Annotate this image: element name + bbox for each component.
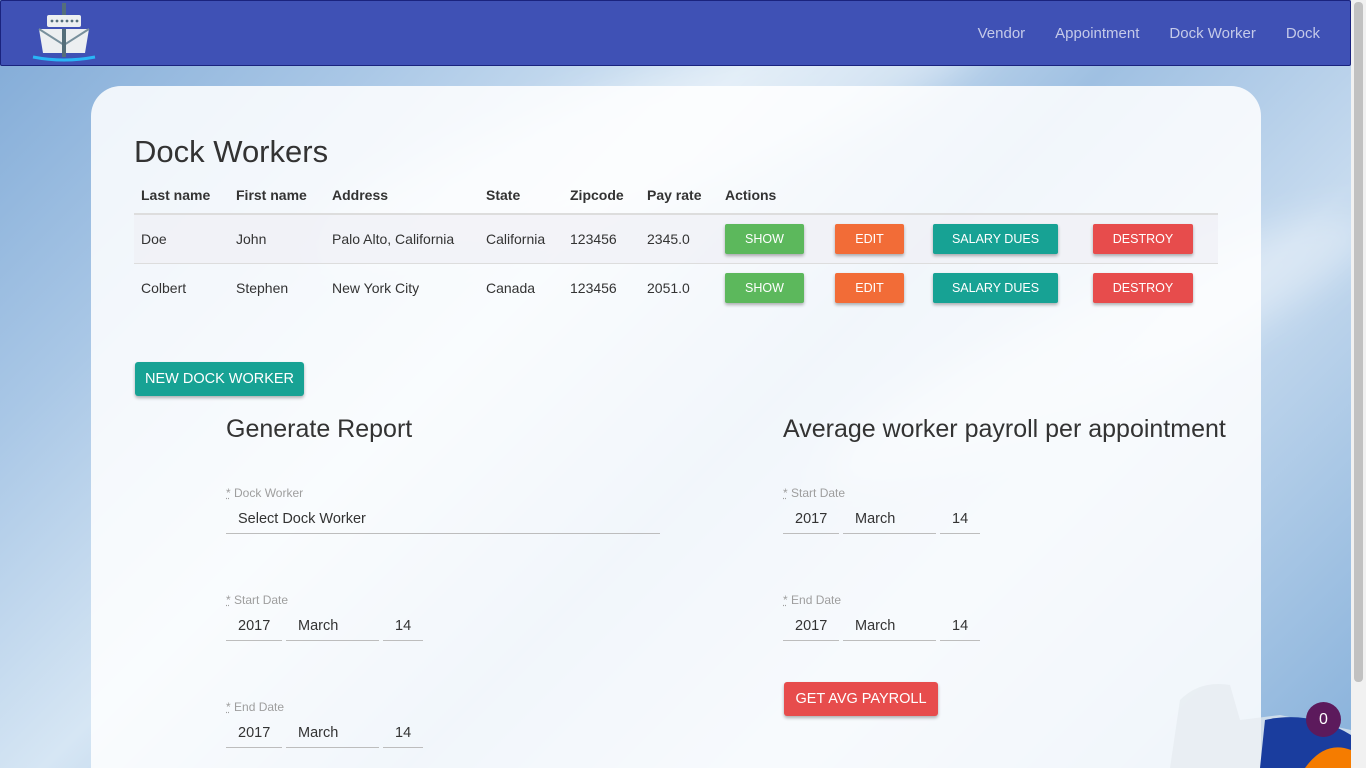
destroy-button[interactable]: DESTROY xyxy=(1093,223,1193,254)
column-header: Last name xyxy=(134,176,229,215)
nav-appointment[interactable]: Appointment xyxy=(1055,25,1139,42)
start-date-label: * Start Date xyxy=(226,593,288,607)
start-day-select[interactable]: 14 xyxy=(383,611,423,641)
label-text: End Date xyxy=(234,700,285,714)
page-title: Dock Workers xyxy=(134,134,329,169)
cell-zipcode: 123456 xyxy=(563,214,640,264)
show-button[interactable]: SHOW xyxy=(725,272,804,303)
cell-address: Palo Alto, California xyxy=(325,214,479,264)
nav-dock[interactable]: Dock xyxy=(1286,25,1320,42)
dock-worker-select[interactable]: Select Dock Worker xyxy=(226,504,660,534)
avg-end-month-select[interactable]: March xyxy=(843,611,936,641)
column-header-empty xyxy=(828,176,926,215)
column-header: First name xyxy=(229,176,325,215)
column-header: Address xyxy=(325,176,479,215)
generate-report-title: Generate Report xyxy=(226,415,413,443)
avg-end-date-label: * End Date xyxy=(783,593,841,607)
label-text: End Date xyxy=(791,593,842,607)
cell-address: New York City xyxy=(332,279,420,296)
cell-action: SHOW xyxy=(718,263,828,312)
required-mark: * xyxy=(226,593,231,607)
nav-vendor[interactable]: Vendor xyxy=(978,25,1026,42)
scrollbar-thumb[interactable] xyxy=(1354,2,1363,682)
start-month-select[interactable]: March xyxy=(286,611,379,641)
table-row: Doe John Palo Alto, California Californi… xyxy=(134,214,1218,264)
salary-dues-button[interactable]: SALARY DUES xyxy=(933,272,1058,303)
column-header-empty xyxy=(1086,176,1218,215)
navbar: Vendor Appointment Dock Worker Dock xyxy=(0,0,1351,66)
label-text: Start Date xyxy=(791,486,846,500)
dock-worker-label: * Dock Worker xyxy=(226,486,303,500)
cell-state: California xyxy=(479,214,563,264)
end-year-select[interactable]: 2017 xyxy=(226,718,282,748)
label-text: Dock Worker xyxy=(234,486,304,500)
table-header-row: Last name First name Address State Zipco… xyxy=(134,176,1218,215)
notification-badge[interactable]: 0 xyxy=(1306,702,1341,737)
start-year-select[interactable]: 2017 xyxy=(226,611,282,641)
cell-state: Canada xyxy=(486,279,536,296)
column-header: Zipcode xyxy=(563,176,640,215)
avg-start-month-select[interactable]: March xyxy=(843,504,936,534)
show-button[interactable]: SHOW xyxy=(725,223,804,254)
end-month-select[interactable]: March xyxy=(286,718,379,748)
cell-action: SHOW xyxy=(718,214,828,264)
cell-pay-rate: 2051.0 xyxy=(647,279,690,296)
cell-last-name: Colbert xyxy=(141,279,187,296)
column-header-empty xyxy=(926,176,1086,215)
cell-action: SALARY DUES xyxy=(926,263,1086,312)
end-date-label: * End Date xyxy=(226,700,284,714)
cell-action: DESTROY xyxy=(1086,214,1218,264)
column-header: Pay rate xyxy=(640,176,718,215)
nav-dock-worker[interactable]: Dock Worker xyxy=(1169,25,1255,42)
scrollbar[interactable] xyxy=(1351,0,1366,768)
label-text: Start Date xyxy=(234,593,289,607)
cell-action: SALARY DUES xyxy=(926,214,1086,264)
edit-button[interactable]: EDIT xyxy=(835,223,904,254)
avg-end-day-select[interactable]: 14 xyxy=(940,611,980,641)
end-day-select[interactable]: 14 xyxy=(383,718,423,748)
dock-workers-table: Last name First name Address State Zipco… xyxy=(134,176,1218,312)
required-mark: * xyxy=(226,700,231,714)
cell-action: EDIT xyxy=(828,263,926,312)
avg-start-date-label: * Start Date xyxy=(783,486,845,500)
column-header: Actions xyxy=(718,176,828,215)
avg-payroll-title: Average worker payroll per appointment xyxy=(783,415,1226,443)
avg-end-year-select[interactable]: 2017 xyxy=(783,611,839,641)
new-dock-worker-button[interactable]: NEW DOCK WORKER xyxy=(135,362,304,396)
cell-action: DESTROY xyxy=(1086,263,1218,312)
ship-logo-icon[interactable] xyxy=(31,3,97,63)
cell-first-name: Stephen xyxy=(236,279,289,296)
edit-button[interactable]: EDIT xyxy=(835,272,904,303)
destroy-button[interactable]: DESTROY xyxy=(1093,272,1193,303)
required-mark: * xyxy=(226,486,231,500)
salary-dues-button[interactable]: SALARY DUES xyxy=(933,223,1058,254)
main-panel: Dock Workers Last name First name Addres… xyxy=(91,86,1261,768)
avg-start-year-select[interactable]: 2017 xyxy=(783,504,839,534)
cell-last-name: Doe xyxy=(134,214,229,264)
required-mark: * xyxy=(783,486,788,500)
column-header: State xyxy=(479,176,563,215)
cell-first-name: John xyxy=(229,214,325,264)
cell-action: EDIT xyxy=(828,214,926,264)
table-row: Colbert Stephen New York City Canada 123… xyxy=(134,263,1218,312)
nav-links: Vendor Appointment Dock Worker Dock xyxy=(948,1,1320,65)
required-mark: * xyxy=(783,593,788,607)
cell-zipcode: 123456 xyxy=(570,279,617,296)
avg-start-day-select[interactable]: 14 xyxy=(940,504,980,534)
get-avg-payroll-button[interactable]: GET AVG PAYROLL xyxy=(784,682,938,716)
cell-pay-rate: 2345.0 xyxy=(640,214,718,264)
